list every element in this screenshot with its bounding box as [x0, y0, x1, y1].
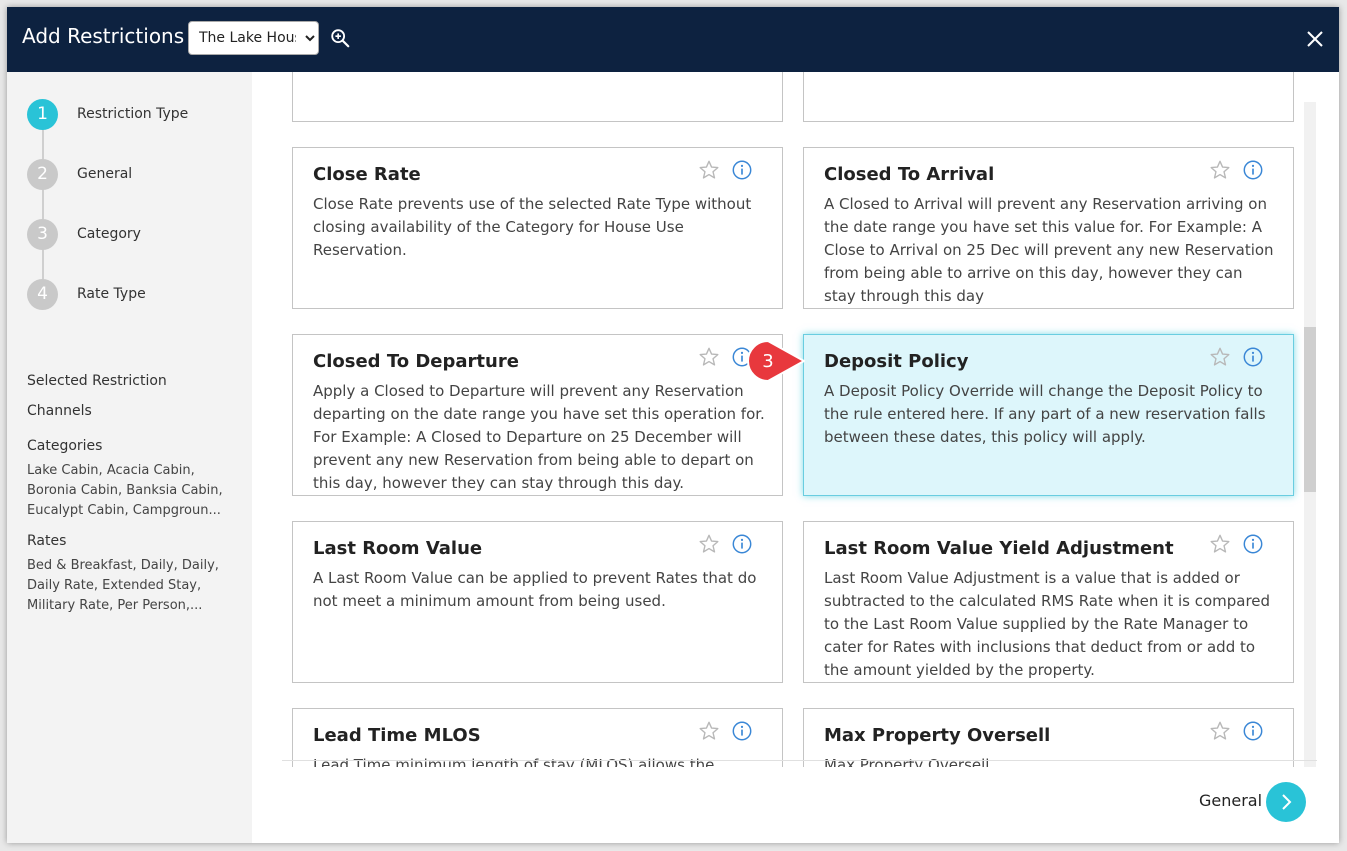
restriction-card-closed-to-arrival[interactable]: Closed To Arrival A Closed to Arrival wi… [803, 147, 1294, 309]
info-icon[interactable] [731, 159, 753, 181]
card-title: Lead Time MLOS [313, 725, 481, 746]
card-title: Last Room Value [313, 538, 483, 559]
card-title: Last Room Value Yield Adjustment [824, 538, 1174, 559]
selected-restriction-heading: Selected Restriction [27, 373, 167, 389]
step-number: 1 [27, 98, 58, 130]
card-description: Close Rate prevents use of the selected … [313, 195, 752, 259]
restriction-card[interactable] [803, 72, 1294, 122]
next-step-label[interactable]: General [1199, 791, 1262, 810]
favorite-star-icon[interactable] [698, 346, 720, 368]
step-rate-type[interactable]: 4 Rate Type [27, 278, 146, 310]
restriction-type-list[interactable]: Close Rate Close Rate prevents use of th… [252, 72, 1339, 767]
card-title: Max Property Oversell [824, 725, 1051, 746]
card-title: Closed To Arrival [824, 164, 995, 185]
chevron-right-icon [1282, 794, 1292, 810]
modal-header: Add Restrictions The Lake House [7, 7, 1339, 72]
favorite-star-icon[interactable] [698, 720, 720, 742]
restriction-card-lead-time-mlos[interactable]: Lead Time MLOS Lead Time minimum length … [292, 708, 783, 767]
card-title: Close Rate [313, 164, 421, 185]
step-general[interactable]: 2 General [27, 158, 132, 190]
step-label: Category [77, 226, 141, 242]
card-description: A Deposit Policy Override will change th… [824, 382, 1266, 446]
wizard-sidebar: 1 Restriction Type 2 General 3 Category … [7, 72, 252, 843]
list-scrollbar[interactable] [1304, 102, 1316, 767]
step-label: Rate Type [77, 286, 146, 302]
info-icon[interactable] [1242, 533, 1264, 555]
info-icon[interactable] [1242, 159, 1264, 181]
categories-label: Categories [27, 438, 103, 454]
restriction-card-max-property-oversell[interactable]: Max Property Oversell Max Property Overs… [803, 708, 1294, 767]
scrollbar-thumb[interactable] [1304, 327, 1316, 492]
channels-label: Channels [27, 403, 92, 419]
card-description: A Closed to Arrival will prevent any Res… [824, 195, 1274, 305]
step-number: 3 [27, 218, 58, 250]
next-step-button[interactable] [1266, 782, 1306, 822]
favorite-star-icon[interactable] [698, 533, 720, 555]
callout-number: 3 [762, 350, 774, 372]
step-category[interactable]: 3 Category [27, 218, 141, 250]
step-number: 2 [27, 158, 58, 190]
modal-title: Add Restrictions [22, 24, 185, 48]
info-icon[interactable] [1242, 346, 1264, 368]
step-number: 4 [27, 278, 58, 310]
info-icon[interactable] [1242, 720, 1264, 742]
step-restriction-type[interactable]: 1 Restriction Type [27, 98, 188, 130]
favorite-star-icon[interactable] [1209, 159, 1231, 181]
rates-summary: Bed & Breakfast, Daily, Daily, Daily Rat… [27, 558, 219, 613]
favorite-star-icon[interactable] [1209, 533, 1231, 555]
restriction-card-last-room-value-yield-adjustment[interactable]: Last Room Value Yield Adjustment Last Ro… [803, 521, 1294, 683]
info-icon[interactable] [731, 533, 753, 555]
rates-label: Rates [27, 533, 67, 549]
restriction-card-deposit-policy[interactable]: Deposit Policy A Deposit Policy Override… [803, 334, 1294, 496]
restriction-card[interactable] [292, 72, 783, 122]
info-icon[interactable] [731, 720, 753, 742]
step-label: General [77, 166, 133, 182]
favorite-star-icon[interactable] [698, 159, 720, 181]
footer-divider [282, 760, 1317, 761]
add-restrictions-modal: Add Restrictions The Lake House 1 Restri… [7, 7, 1339, 843]
restriction-card-closed-to-departure[interactable]: Closed To Departure Apply a Closed to De… [292, 334, 783, 496]
card-title: Closed To Departure [313, 351, 519, 372]
steps-connector [42, 127, 44, 299]
favorite-star-icon[interactable] [1209, 720, 1231, 742]
card-description: Apply a Closed to Departure will prevent… [313, 382, 765, 492]
zoom-in-icon[interactable] [329, 27, 351, 49]
categories-summary: Lake Cabin, Acacia Cabin, Boronia Cabin,… [27, 463, 223, 518]
close-icon[interactable] [1303, 27, 1327, 51]
card-description: A Last Room Value can be applied to prev… [313, 569, 757, 610]
property-select[interactable]: The Lake House [188, 21, 319, 55]
favorite-star-icon[interactable] [1209, 346, 1231, 368]
card-description: Last Room Value Adjustment is a value th… [824, 569, 1271, 679]
card-title: Deposit Policy [824, 351, 969, 372]
restriction-card-close-rate[interactable]: Close Rate Close Rate prevents use of th… [292, 147, 783, 309]
step-label: Restriction Type [77, 106, 189, 122]
restriction-card-last-room-value[interactable]: Last Room Value A Last Room Value can be… [292, 521, 783, 683]
